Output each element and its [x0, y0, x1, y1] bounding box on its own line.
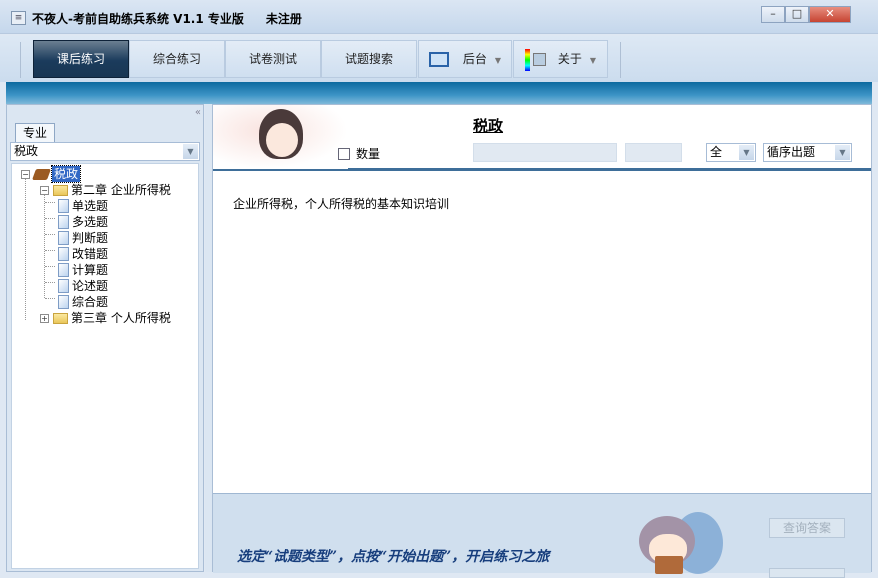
tree-leaf[interactable]: 计算题: [58, 262, 108, 278]
node-label: 单选题: [72, 199, 109, 213]
button-label: 关于: [557, 52, 582, 66]
tree-leaf[interactable]: 单选题: [58, 198, 108, 214]
window-title: 不夜人-考前自助练兵系统 V1.1 专业版 未注册: [32, 10, 302, 27]
minimize-button[interactable]: –: [761, 6, 785, 23]
select-value: 税政: [14, 144, 39, 158]
document-icon: [58, 199, 69, 213]
toolbar: 课后练习 综合练习 试卷测试 试题搜索 后台 ▼ 关于 ▼: [0, 36, 878, 82]
collapse-node-icon[interactable]: −: [40, 185, 49, 195]
node-label: 第三章 个人所得税: [71, 311, 171, 325]
checkbox-icon: [338, 147, 350, 160]
tab-comprehensive-practice[interactable]: 综合练习: [129, 40, 225, 78]
system-menu-icon[interactable]: ≡: [11, 11, 26, 25]
open-folder-icon: [53, 184, 68, 196]
tree-leaf[interactable]: 多选题: [58, 214, 108, 230]
tree-node-chapter-3[interactable]: + 第三章 个人所得税: [40, 310, 171, 326]
node-label: 计算题: [72, 263, 109, 277]
dropdown-arrow-icon: ▼: [589, 56, 597, 65]
document-icon: [58, 263, 69, 277]
quantity-checkbox[interactable]: 数量: [338, 145, 380, 162]
node-label: 判断题: [72, 231, 109, 245]
book-icon: [31, 168, 52, 180]
expand-node-icon[interactable]: +: [40, 313, 49, 323]
document-icon: [58, 247, 69, 261]
button-label: 后台: [462, 52, 487, 66]
tree-leaf[interactable]: 判断题: [58, 230, 108, 246]
chevron-down-icon: ▼: [835, 145, 850, 160]
subject-title: 税政: [473, 117, 504, 135]
node-label: 改错题: [72, 247, 109, 261]
query-answer-button[interactable]: 查询答案: [769, 518, 845, 538]
backend-dropdown-button[interactable]: 后台 ▼: [418, 40, 512, 78]
mascot-illustration: [633, 510, 733, 574]
document-icon: [58, 231, 69, 245]
document-icon: [58, 279, 69, 293]
tab-question-search[interactable]: 试题搜索: [321, 40, 417, 78]
order-select[interactable]: 循序出题 ▼: [763, 143, 852, 162]
registration-status: 未注册: [265, 12, 302, 26]
splitter[interactable]: [205, 104, 212, 572]
dropdown-arrow-icon: ▼: [494, 56, 502, 65]
tree-node-chapter-2[interactable]: − 第二章 企业所得税: [40, 182, 171, 198]
node-label: 多选题: [72, 215, 109, 229]
subject-select[interactable]: 税政 ▼: [10, 142, 200, 161]
button-label: 查询答案: [782, 521, 831, 535]
document-icon: [58, 215, 69, 229]
node-label: 税政: [50, 165, 82, 183]
monitor-icon: [428, 52, 449, 67]
node-label: 第二章 企业所得税: [71, 183, 171, 197]
folder-icon: [53, 312, 68, 324]
chevron-down-icon: ▼: [739, 145, 754, 160]
collapse-icon[interactable]: «: [195, 107, 201, 118]
tree-root-node[interactable]: − 税政: [21, 165, 82, 183]
about-dropdown-button[interactable]: 关于 ▼: [513, 40, 608, 78]
about-icon: [524, 48, 530, 71]
main-header: 税政 数量 全 ▼ 循序出题 ▼: [213, 105, 871, 171]
secondary-button[interactable]: [769, 568, 845, 578]
main-panel: 税政 数量 全 ▼ 循序出题 ▼ 企业所得税，个人所得税的基本知识培训 选定“试题类…: [212, 104, 872, 578]
scope-select[interactable]: 全 ▼: [706, 143, 756, 162]
header-band: [6, 82, 872, 104]
user-icon: [532, 53, 546, 66]
bottom-panel: 选定“试题类型”，点按“开始出题”，开启练习之旅 查询答案: [213, 493, 871, 578]
tab-label: 专业: [22, 126, 47, 140]
tab-label: 试卷测试: [248, 52, 297, 66]
subject-description: 企业所得税，个人所得税的基本知识培训: [233, 197, 450, 211]
tab-label: 试题搜索: [344, 52, 393, 66]
tab-after-class-practice[interactable]: 课后练习: [33, 40, 129, 78]
chevron-down-icon: ▼: [183, 144, 198, 159]
app-title: 不夜人-考前自助练兵系统 V1.1 专业版: [32, 12, 244, 26]
node-label: 论述题: [72, 279, 109, 293]
title-bar: ≡ 不夜人-考前自助练兵系统 V1.1 专业版 未注册 – □ ✕: [0, 0, 878, 34]
select-value: 全: [710, 145, 723, 159]
header-illustration: [213, 105, 348, 169]
tree-leaf[interactable]: 论述题: [58, 278, 108, 294]
node-label: 综合题: [72, 295, 109, 309]
close-button[interactable]: ✕: [809, 6, 851, 23]
collapse-node-icon[interactable]: −: [21, 169, 30, 179]
document-icon: [58, 295, 69, 309]
sidebar: « 专业 税政 ▼ − 税政 − 第二章 企业所得税 单选题 多选题 判断题 改错题 …: [6, 104, 204, 572]
quantity-input[interactable]: [473, 143, 617, 162]
select-value: 循序出题: [767, 145, 816, 159]
maximize-button[interactable]: □: [785, 6, 809, 23]
tree-leaf[interactable]: 综合题: [58, 294, 108, 310]
tree-leaf[interactable]: 改错题: [58, 246, 108, 262]
tab-paper-test[interactable]: 试卷测试: [225, 40, 321, 78]
checkbox-label: 数量: [356, 147, 381, 161]
slogan-text: 选定“试题类型”，点按“开始出题”，开启练习之旅: [237, 549, 550, 565]
tab-label: 课后练习: [56, 52, 105, 66]
tab-major[interactable]: 专业: [15, 123, 55, 142]
tab-label: 综合练习: [152, 52, 201, 66]
subject-tree: − 税政 − 第二章 企业所得税 单选题 多选题 判断题 改错题 计算题 论述题 综…: [11, 163, 199, 569]
secondary-input[interactable]: [625, 143, 682, 162]
